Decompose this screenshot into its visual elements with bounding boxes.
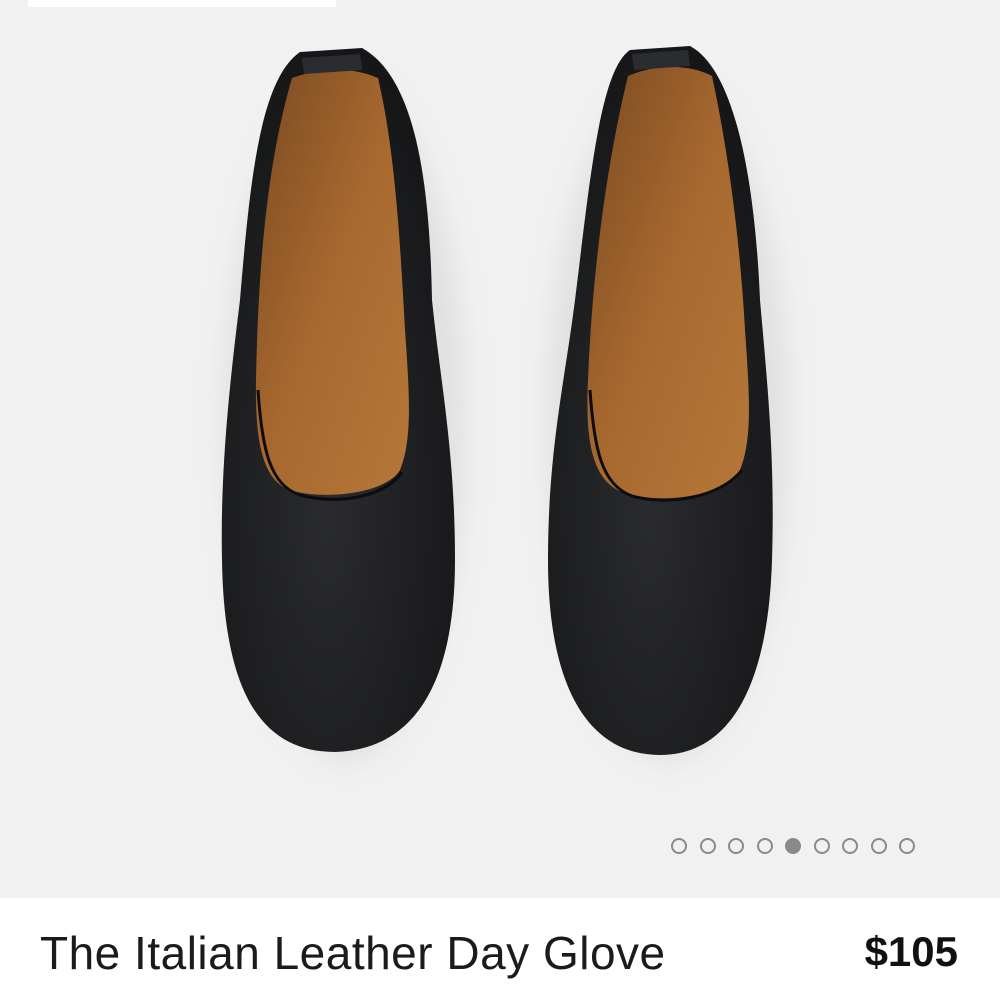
carousel-dot-2[interactable] — [699, 838, 716, 854]
carousel-dot-5[interactable] — [785, 838, 801, 854]
right-shoe — [548, 46, 788, 760]
product-price: $105 — [864, 928, 958, 975]
carousel-dot-9[interactable] — [899, 838, 915, 854]
product-page: The Italian Leather Day Glove $105 — [0, 0, 1000, 1000]
product-info: The Italian Leather Day Glove $105 — [0, 898, 1000, 1000]
left-shoe — [221, 48, 465, 760]
carousel-dot-1[interactable] — [671, 838, 687, 854]
product-title: The Italian Leather Day Glove — [40, 927, 666, 979]
carousel-dot-7[interactable] — [842, 838, 858, 854]
product-image — [221, 46, 788, 760]
carousel-dot-6[interactable] — [813, 838, 830, 854]
carousel-dot-8[interactable] — [870, 838, 887, 854]
carousel-dot-4[interactable] — [756, 838, 773, 854]
product-image-gallery[interactable] — [0, 0, 1000, 898]
carousel-dots — [671, 838, 915, 854]
carousel-dot-3[interactable] — [728, 838, 744, 854]
